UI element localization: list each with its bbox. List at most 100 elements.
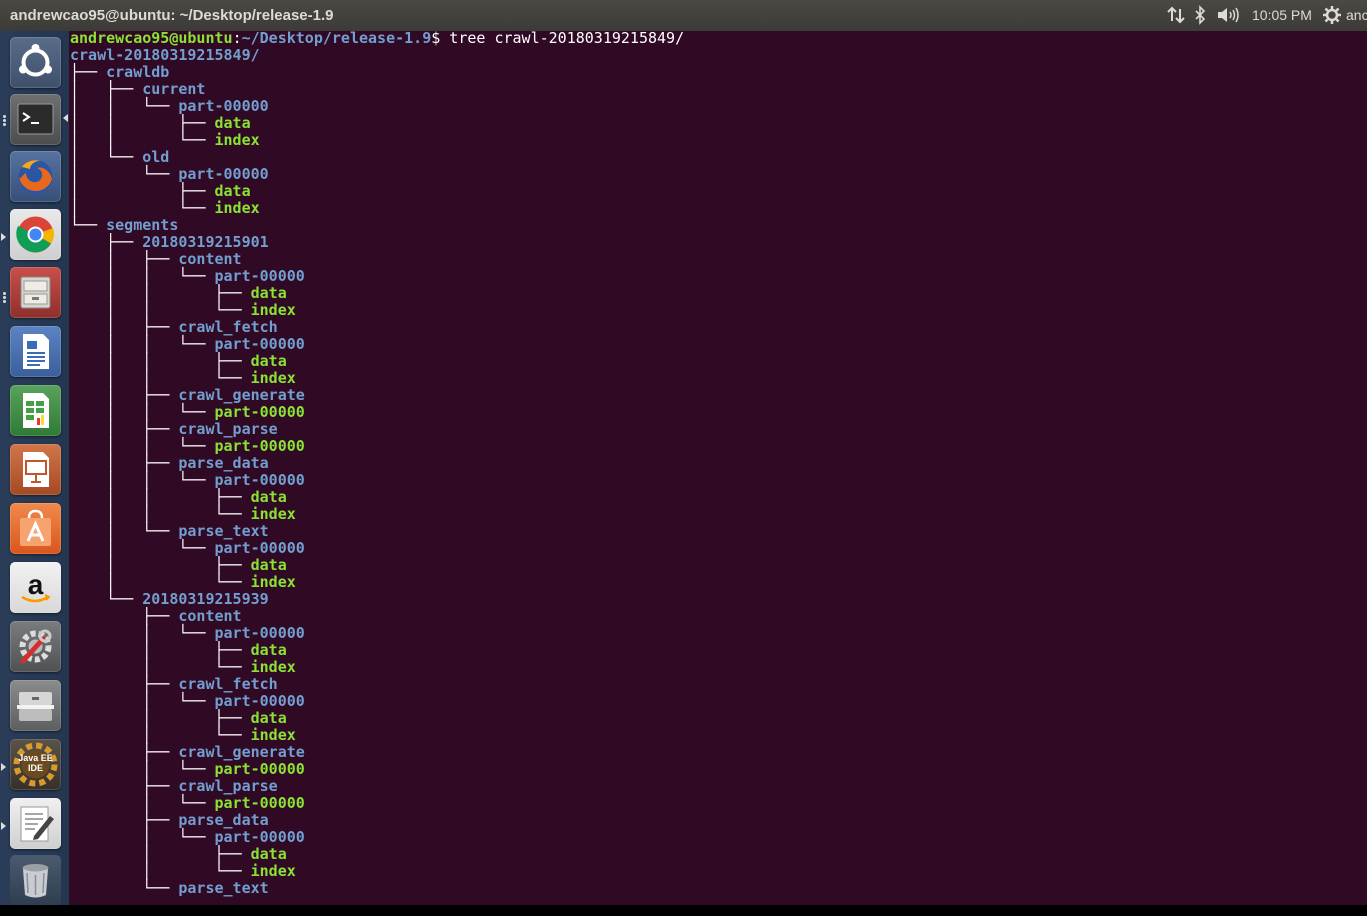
tree-line: ├── content	[70, 608, 684, 625]
gear-icon[interactable]	[1322, 4, 1342, 26]
archive-launcher[interactable]	[10, 680, 61, 731]
tree-directory-name: part-00000	[178, 165, 269, 183]
tree-file-name: data	[250, 845, 287, 863]
tree-file-name: part-00000	[214, 794, 305, 812]
tree-branch: │ ├──	[70, 556, 251, 574]
tree-line: │ │ └── part-00000	[70, 472, 684, 489]
tree-branch: │ └──	[70, 148, 143, 166]
tree-directory-name: part-00000	[214, 335, 305, 353]
bluetooth-icon[interactable]	[1193, 4, 1207, 26]
impress-launcher[interactable]	[10, 444, 61, 495]
tree-directory-name: part-00000	[214, 471, 305, 489]
system-settings-launcher[interactable]	[10, 621, 61, 672]
tree-branch: │ └──	[70, 692, 215, 710]
terminal-output[interactable]: andrewcao95@ubuntu:~/Desktop/release-1.9…	[70, 31, 684, 897]
prompt-user-host: andrewcao95@ubuntu	[70, 31, 233, 47]
clock[interactable]: 10:05 PM	[1252, 7, 1312, 23]
writer-launcher[interactable]	[10, 326, 61, 377]
tree-branch: │ └──	[70, 539, 215, 557]
tree-branch: │ │ └──	[70, 505, 251, 523]
tree-line: │ └── part-00000	[70, 795, 684, 812]
trash-icon	[22, 864, 49, 898]
tree-file-name: data	[250, 641, 287, 659]
software-center-launcher[interactable]	[10, 503, 61, 554]
amazon-launcher[interactable]: a	[10, 562, 61, 613]
tree-line: ├── crawl_fetch	[70, 676, 684, 693]
tree-branch: ├──	[70, 233, 143, 251]
tree-file-name: data	[250, 556, 287, 574]
tree-directory-name: 20180319215901	[142, 233, 269, 251]
tree-line: │ ├── content	[70, 251, 684, 268]
window-title: andrewcao95@ubuntu: ~/Desktop/release-1.…	[10, 7, 334, 24]
tree-line: │ ├── data	[70, 846, 684, 863]
tree-branch: │ │ └──	[70, 97, 179, 115]
tree-file-name: data	[250, 352, 287, 370]
terminal-window[interactable]: andrewcao95@ubuntu:~/Desktop/release-1.9…	[69, 31, 1367, 905]
top-panel: andrewcao95@ubuntu: ~/Desktop/release-1.…	[0, 0, 1367, 31]
tree-branch: │ ├──	[70, 250, 179, 268]
tree-line: │ │ ├── data	[70, 353, 684, 370]
tree-line: │ └── part-00000	[70, 166, 684, 183]
tree-line: │ └── part-00000	[70, 693, 684, 710]
tree-file-name: data	[250, 709, 287, 727]
tree-branch: │ │ ├──	[70, 114, 215, 132]
svg-text:a: a	[28, 569, 44, 600]
calc-launcher[interactable]	[10, 385, 61, 436]
ubuntu-dash-button[interactable]	[10, 37, 61, 88]
tree-file-name: part-00000	[214, 760, 305, 778]
trash-launcher[interactable]	[10, 855, 61, 906]
launcher: a Java EE IDE	[0, 31, 69, 906]
tree-file-name: data	[214, 114, 251, 132]
text-editor-launcher[interactable]	[10, 798, 61, 849]
tree-line: │ │ └── part-00000	[70, 336, 684, 353]
tree-directory-name: current	[142, 80, 206, 98]
tree-line: │ ├── crawl_generate	[70, 387, 684, 404]
chrome-launcher[interactable]	[10, 209, 61, 260]
firefox-launcher[interactable]	[10, 151, 61, 202]
tree-branch: ├──	[70, 675, 179, 693]
prompt-path: ~/Desktop/release-1.9	[241, 31, 432, 47]
tree-line: │ ├── data	[70, 557, 684, 574]
tree-line: │ └── index	[70, 863, 684, 880]
tree-directory-name: part-00000	[178, 97, 269, 115]
tree-line: │ └── index	[70, 659, 684, 676]
tree-branch: └──	[70, 879, 179, 897]
user-menu[interactable]: anc	[1346, 7, 1367, 23]
tree-file-name: index	[250, 301, 296, 319]
tree-branch: │ └──	[70, 573, 251, 591]
prompt-line: andrewcao95@ubuntu:~/Desktop/release-1.9…	[70, 31, 684, 47]
volume-icon[interactable]	[1216, 4, 1240, 26]
tree-branch: │ └──	[70, 165, 179, 183]
tree-directory-name: crawl_parse	[178, 420, 278, 438]
tree-directory-name: parse_text	[178, 879, 269, 897]
tree-directory-name: crawl_generate	[178, 743, 305, 761]
shopping-bag-icon	[20, 509, 51, 546]
tree-output: crawl-20180319215849/├── crawldb │ ├── cu…	[70, 47, 684, 897]
tree-file-name: part-00000	[214, 437, 305, 455]
tree-line: │ │ ├── data	[70, 115, 684, 132]
terminal-launcher[interactable]	[10, 94, 61, 145]
tree-line: │ ├── current	[70, 81, 684, 98]
tree-directory-name: part-00000	[214, 624, 305, 642]
tree-line: │ ├── data	[70, 710, 684, 727]
tree-file-name: index	[250, 505, 296, 523]
network-icon[interactable]	[1166, 4, 1186, 26]
prompt-dollar: $	[431, 31, 441, 47]
ubuntu-logo-icon	[19, 44, 52, 77]
tree-branch: │ │ └──	[70, 267, 215, 285]
tree-line: ├── parse_data	[70, 812, 684, 829]
terminal-icon	[17, 103, 54, 135]
tree-line: │ ├── crawl_parse	[70, 421, 684, 438]
tree-branch: └──	[70, 590, 143, 608]
file-cabinet-icon	[20, 276, 51, 309]
tree-file-name: part-00000	[214, 403, 305, 421]
writer-icon	[23, 334, 49, 369]
files-launcher[interactable]	[10, 267, 61, 318]
tree-line: ├── crawl_parse	[70, 778, 684, 795]
tree-directory-name: part-00000	[214, 267, 305, 285]
tree-file-name: index	[250, 573, 296, 591]
tree-line: │ ├── crawl_fetch	[70, 319, 684, 336]
eclipse-launcher[interactable]: Java EE IDE	[10, 739, 61, 790]
tree-line: │ │ └── index	[70, 132, 684, 149]
tree-branch: └──	[70, 216, 107, 234]
